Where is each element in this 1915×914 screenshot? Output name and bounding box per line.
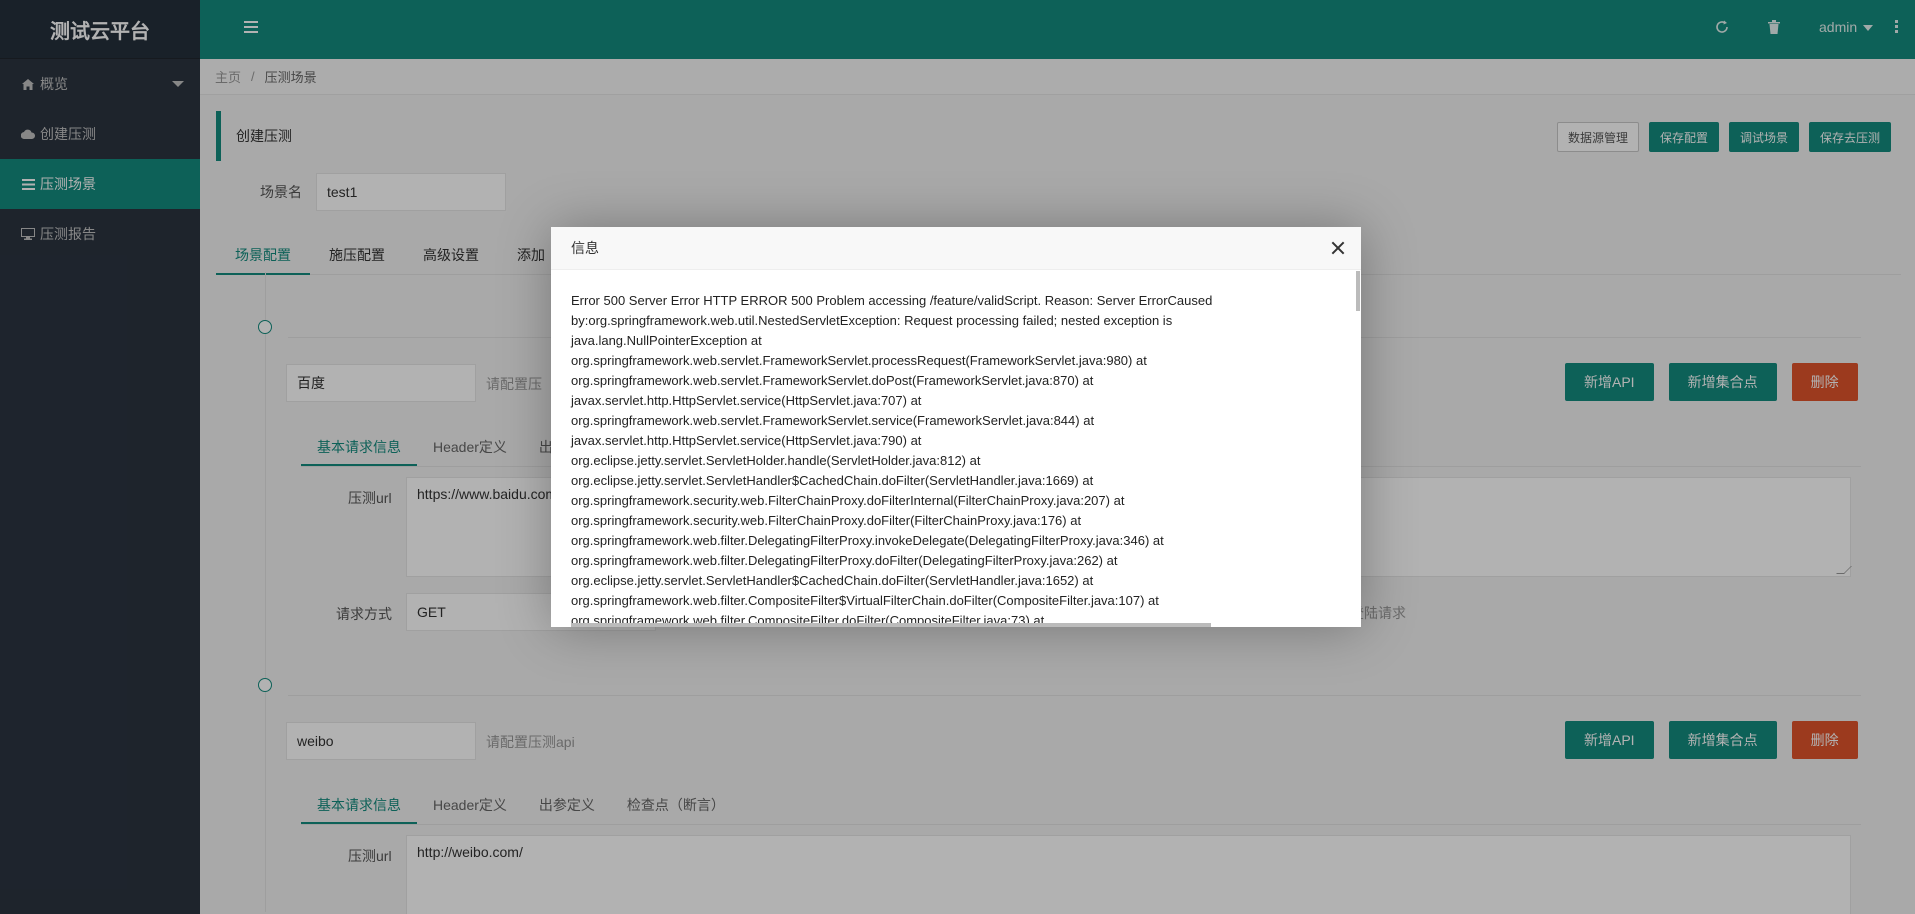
error-line: javax.servlet.http.HttpServlet.service(H… bbox=[571, 433, 922, 448]
error-line: Error 500 Server Error HTTP ERROR 500 Pr… bbox=[571, 293, 1213, 348]
close-icon[interactable] bbox=[1329, 239, 1347, 257]
error-line: org.eclipse.jetty.servlet.ServletHandler… bbox=[571, 473, 1094, 488]
vertical-scrollbar[interactable] bbox=[1356, 271, 1360, 311]
dialog-body: Error 500 Server Error HTTP ERROR 500 Pr… bbox=[551, 270, 1361, 627]
error-line: org.springframework.security.web.FilterC… bbox=[571, 493, 1125, 508]
error-dialog: 信息 Error 500 Server Error HTTP ERROR 500… bbox=[551, 227, 1361, 627]
error-line: org.springframework.web.servlet.Framewor… bbox=[571, 353, 1147, 368]
error-line: org.springframework.web.servlet.Framewor… bbox=[571, 373, 1094, 388]
error-line: org.eclipse.jetty.servlet.ServletHandler… bbox=[571, 573, 1094, 588]
error-line: org.springframework.web.filter.Delegatin… bbox=[571, 533, 1164, 548]
error-line: org.springframework.web.filter.Delegatin… bbox=[571, 553, 1118, 568]
horizontal-scrollbar[interactable] bbox=[571, 623, 1211, 627]
dialog-title: 信息 bbox=[551, 227, 1361, 270]
error-line: org.springframework.web.filter.Composite… bbox=[571, 593, 1159, 608]
error-line: javax.servlet.http.HttpServlet.service(H… bbox=[571, 393, 922, 408]
error-line: org.springframework.web.servlet.Framewor… bbox=[571, 413, 1095, 428]
error-line: org.eclipse.jetty.servlet.ServletHolder.… bbox=[571, 453, 981, 468]
error-line: org.springframework.security.web.FilterC… bbox=[571, 513, 1082, 528]
